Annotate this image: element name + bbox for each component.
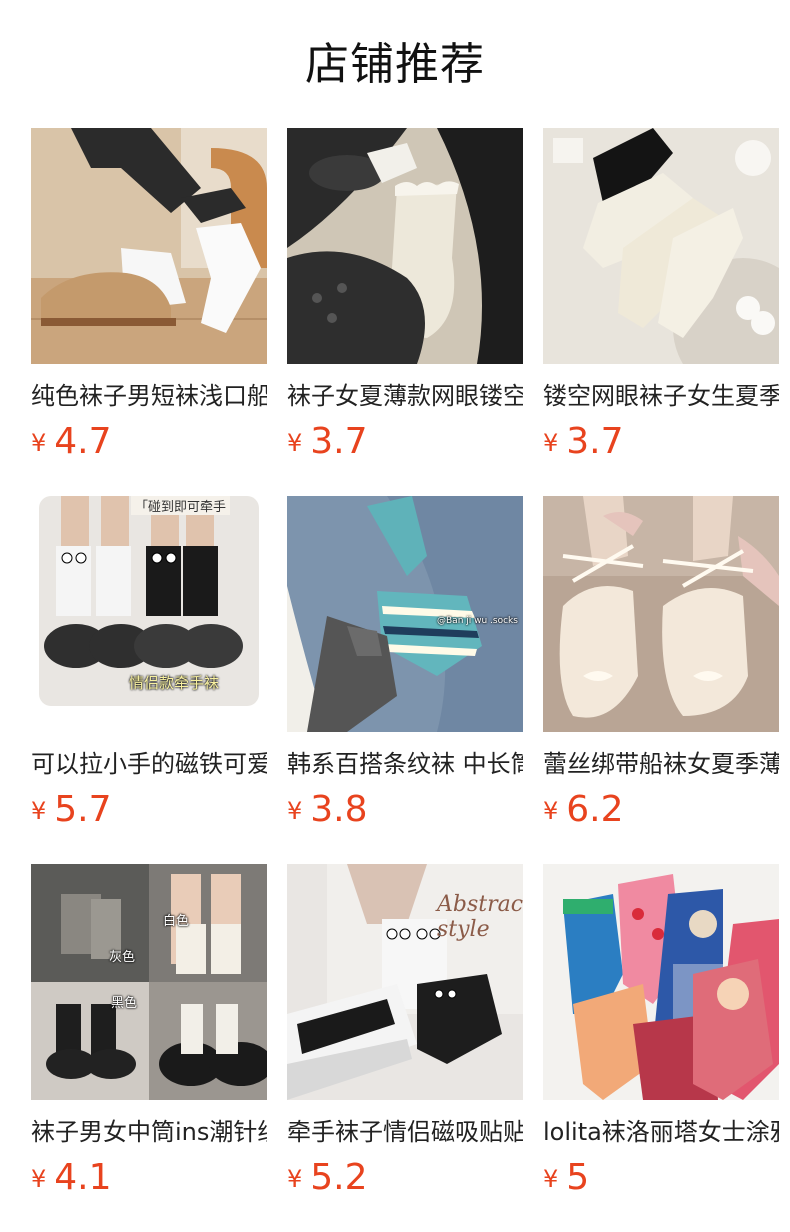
product-title[interactable]: 可以拉小手的磁铁可爱情侣袜 <box>31 748 267 780</box>
product-card[interactable]: 「碰到即可牵手 情侣款牵手袜 可以拉小手的磁铁可爱情侣袜 ¥5.7 <box>31 496 267 864</box>
price-amount: 3.8 <box>310 789 368 830</box>
product-title[interactable]: 纯色袜子男短袜浅口船袜 <box>31 380 267 412</box>
product-title[interactable]: lolita袜洛丽塔女士涂鸦卡通袜 <box>543 1116 779 1148</box>
product-image-cartoon-crew-socks[interactable] <box>543 864 779 1100</box>
product-card[interactable]: Abstract style 牵手袜子情侣磁吸贴贴袜 ¥5.2 <box>287 864 523 1232</box>
product-image-hand-holding-socks[interactable]: Abstract style <box>287 864 523 1100</box>
price-amount: 4.7 <box>54 421 112 462</box>
product-title[interactable]: 镂空网眼袜子女生夏季薄款 <box>543 380 779 412</box>
product-image-lace-mesh-socks[interactable] <box>543 128 779 364</box>
price-amount: 3.7 <box>566 421 624 462</box>
price-amount: 5 <box>566 1157 590 1198</box>
product-card[interactable]: 袜子女夏薄款网眼镂空中筒袜 ¥3.7 <box>287 128 523 496</box>
product-price: ¥4.7 <box>31 422 267 462</box>
product-image-ribbon-boat-socks[interactable] <box>543 496 779 732</box>
price-amount: 5.2 <box>310 1157 368 1198</box>
product-price: ¥5.2 <box>287 1158 523 1198</box>
product-image-slouch-socks-collage[interactable]: 白色 灰色 黑色 <box>31 864 267 1100</box>
product-card[interactable]: 白色 灰色 黑色 袜子男女中筒ins潮针织堆堆袜 ¥4.1 <box>31 864 267 1232</box>
product-price: ¥6.2 <box>543 790 779 830</box>
product-price: ¥4.1 <box>31 1158 267 1198</box>
product-image-cream-ruffle-sock[interactable] <box>287 128 523 364</box>
currency-symbol: ¥ <box>31 797 47 825</box>
image-overlay-text: Abstract style <box>437 892 523 942</box>
product-title[interactable]: 袜子男女中筒ins潮针织堆堆袜 <box>31 1116 267 1148</box>
product-card[interactable]: 镂空网眼袜子女生夏季薄款 ¥3.7 <box>543 128 779 496</box>
currency-symbol: ¥ <box>543 429 559 457</box>
product-card[interactable]: 纯色袜子男短袜浅口船袜 ¥4.7 <box>31 128 267 496</box>
product-title[interactable]: 牵手袜子情侣磁吸贴贴袜 <box>287 1116 523 1148</box>
currency-symbol: ¥ <box>287 1165 303 1193</box>
price-amount: 5.7 <box>54 789 112 830</box>
product-price: ¥5.7 <box>31 790 267 830</box>
section-title: 店铺推荐 <box>305 39 485 90</box>
price-amount: 3.7 <box>310 421 368 462</box>
product-title[interactable]: 袜子女夏薄款网眼镂空中筒袜 <box>287 380 523 412</box>
currency-symbol: ¥ <box>31 1165 47 1193</box>
image-overlay-text: 情侣款牵手袜 <box>129 674 220 692</box>
currency-symbol: ¥ <box>31 429 47 457</box>
product-grid: 纯色袜子男短袜浅口船袜 ¥4.7 袜子女夏薄款网眼镂空中筒袜 ¥3.7 <box>31 128 779 1232</box>
product-card[interactable]: @Ban ji wu .socks 韩系百搭条纹袜 中长筒袜 ¥3.8 <box>287 496 523 864</box>
image-overlay-text: 「碰到即可牵手 <box>131 496 231 515</box>
product-price: ¥3.8 <box>287 790 523 830</box>
product-price: ¥3.7 <box>543 422 779 462</box>
product-image-magnet-couple-socks[interactable]: 「碰到即可牵手 情侣款牵手袜 <box>31 496 267 732</box>
product-title[interactable]: 蕾丝绑带船袜女夏季薄款 <box>543 748 779 780</box>
color-label: 黑色 <box>111 996 138 1011</box>
currency-symbol: ¥ <box>287 429 303 457</box>
product-card[interactable]: 蕾丝绑带船袜女夏季薄款 ¥6.2 <box>543 496 779 864</box>
price-amount: 6.2 <box>566 789 624 830</box>
product-price: ¥3.7 <box>287 422 523 462</box>
currency-symbol: ¥ <box>543 1165 559 1193</box>
color-label: 灰色 <box>109 950 136 965</box>
product-price: ¥5 <box>543 1158 779 1198</box>
currency-symbol: ¥ <box>543 797 559 825</box>
image-overlay-text: @Ban ji wu .socks <box>437 616 518 626</box>
currency-symbol: ¥ <box>287 797 303 825</box>
product-image-white-ankle-sock[interactable] <box>31 128 267 364</box>
product-title[interactable]: 韩系百搭条纹袜 中长筒袜 <box>287 748 523 780</box>
product-image-striped-socks[interactable]: @Ban ji wu .socks <box>287 496 523 732</box>
product-card[interactable]: lolita袜洛丽塔女士涂鸦卡通袜 ¥5 <box>543 864 779 1232</box>
color-label: 白色 <box>163 914 190 929</box>
price-amount: 4.1 <box>54 1157 112 1198</box>
